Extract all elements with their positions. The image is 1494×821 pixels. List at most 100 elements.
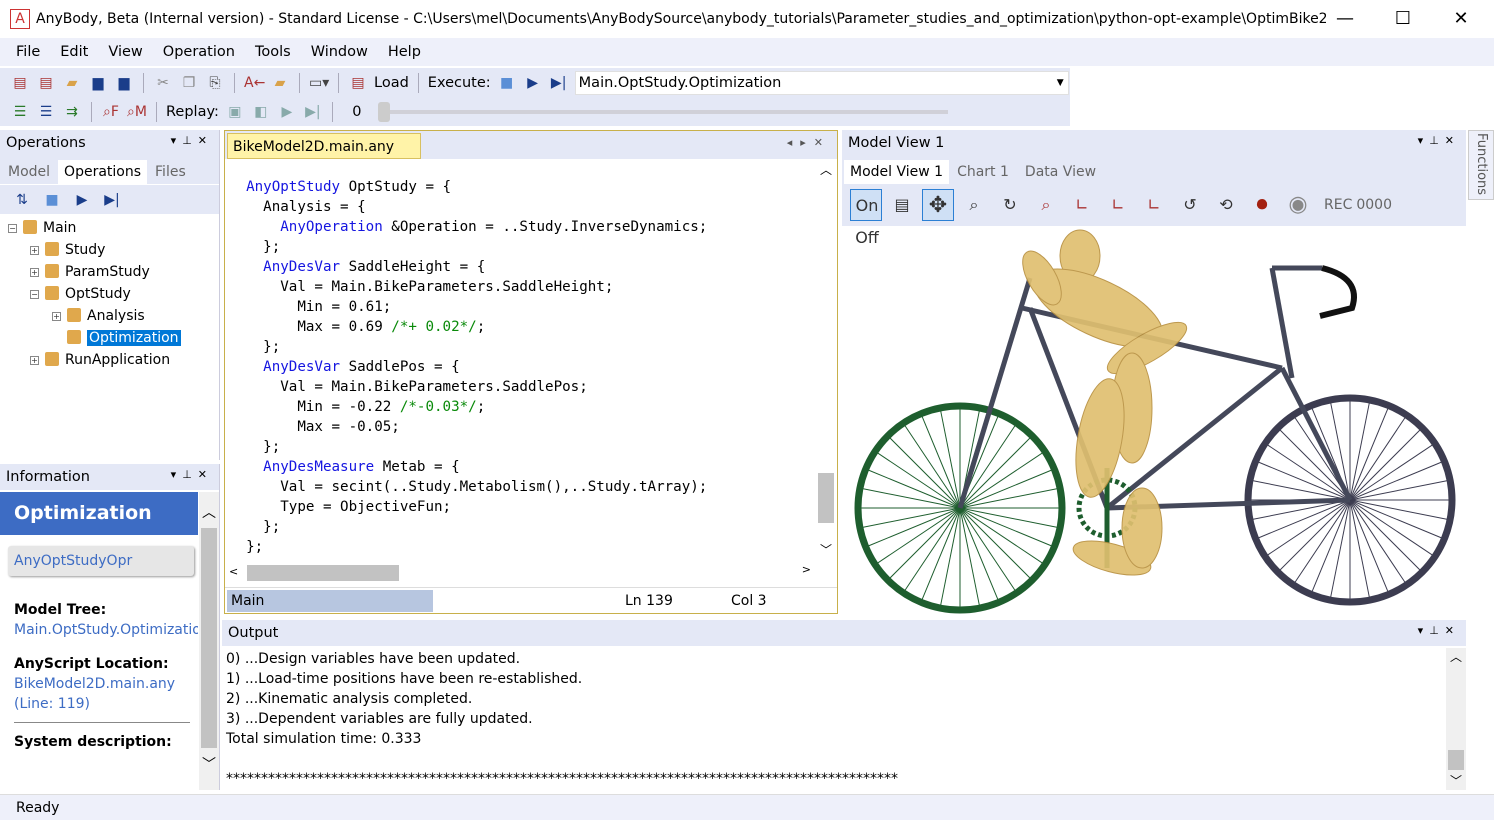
zoom-fit-icon[interactable]: ⌕ (1030, 189, 1062, 221)
info-scrollbar[interactable]: ︿ ﹀ (199, 492, 219, 790)
step-icon[interactable]: ▶| (549, 73, 569, 93)
tab-data-view[interactable]: Data View (1017, 160, 1104, 184)
window-layout-icon[interactable]: ▭▾ (309, 73, 329, 93)
paste-icon[interactable]: ⎘ (205, 73, 225, 93)
replay-stop-icon[interactable]: ▣ (225, 102, 245, 122)
sort-icon[interactable]: ⇅ (12, 190, 32, 210)
scroll-thumb[interactable] (201, 528, 217, 748)
scroll-down-icon[interactable]: ﹀ (1446, 772, 1466, 789)
rotate-180-icon[interactable]: ⟲ (1210, 189, 1242, 221)
step-icon[interactable]: ▶| (102, 190, 122, 210)
new-main-icon[interactable]: ▤ (10, 73, 30, 93)
location-file-link[interactable]: BikeModel2D.main.any (14, 674, 198, 694)
chevron-down-icon[interactable]: ▼ (1057, 78, 1064, 88)
scroll-right-icon[interactable]: > (802, 563, 811, 576)
copy-icon[interactable]: ❐ (179, 73, 199, 93)
tree-item[interactable]: + RunApplication (8, 349, 219, 371)
panel-controls[interactable]: ▾⊥✕ (1418, 134, 1460, 147)
view-yx-icon[interactable]: ∟ (1066, 189, 1098, 221)
expand-toggle[interactable]: + (30, 246, 39, 255)
tab-model-view[interactable]: Model View 1 (844, 160, 950, 184)
tab-files[interactable]: Files (147, 160, 194, 184)
editor-hscrollbar[interactable]: < > (229, 563, 811, 581)
save-icon[interactable]: ▆ (88, 73, 108, 93)
scroll-up-icon[interactable]: ︿ (817, 161, 835, 178)
menu-tools[interactable]: Tools (245, 44, 301, 60)
pan-icon[interactable]: ✥ (922, 189, 954, 221)
scroll-thumb[interactable] (247, 565, 399, 581)
output-scrollbar[interactable]: ︿ ﹀ (1446, 648, 1466, 790)
tree-item[interactable]: + Analysis (8, 305, 219, 327)
tree-item[interactable]: − Main (8, 217, 219, 239)
indent-icon[interactable]: ☰ (10, 102, 30, 122)
view-zy-icon[interactable]: ∟ (1138, 189, 1170, 221)
run-icon[interactable]: ▶ (523, 73, 543, 93)
object-type-button[interactable]: AnyOptStudyOpr (8, 546, 194, 576)
scroll-left-icon[interactable]: < (229, 565, 238, 578)
replay-slider[interactable] (377, 101, 948, 122)
slider-thumb[interactable] (377, 101, 390, 122)
scroll-up-icon[interactable]: ︿ (199, 502, 219, 522)
stop-icon[interactable]: ■ (42, 190, 62, 210)
expand-toggle[interactable]: − (30, 290, 39, 299)
expand-toggle[interactable]: + (52, 312, 61, 321)
expand-toggle[interactable]: + (30, 356, 39, 365)
rotate-90-icon[interactable]: ↺ (1174, 189, 1206, 221)
format-icon[interactable]: ⇉ (62, 102, 82, 122)
maximize-button[interactable]: ☐ (1388, 8, 1418, 29)
scroll-down-icon[interactable]: ﹀ (817, 541, 835, 558)
tree-item[interactable]: − OptStudy (8, 283, 219, 305)
menu-view[interactable]: View (98, 44, 152, 60)
record-icon[interactable]: ⏺ (1246, 189, 1278, 221)
tree-item[interactable]: Optimization (8, 327, 219, 349)
menu-edit[interactable]: Edit (50, 44, 98, 60)
cut-icon[interactable]: ✂ (153, 73, 173, 93)
menu-help[interactable]: Help (378, 44, 431, 60)
menu-operation[interactable]: Operation (153, 44, 245, 60)
rotate-3d-icon[interactable]: ↻ (994, 189, 1026, 221)
onoff-toggle[interactable]: On Off (850, 189, 882, 247)
menu-file[interactable]: File (6, 44, 50, 60)
scroll-thumb[interactable] (1448, 750, 1464, 770)
code-area[interactable]: AnyOptStudy OptStudy = { Analysis = { An… (229, 177, 707, 557)
scroll-thumb[interactable] (818, 473, 834, 523)
find-function-icon[interactable]: ⌕F (101, 102, 121, 122)
expand-toggle[interactable]: − (8, 224, 17, 233)
panel-controls[interactable]: ▾⊥✕ (171, 468, 213, 481)
find-replace-icon[interactable]: A← (244, 73, 265, 93)
panel-controls[interactable]: ▾⊥✕ (171, 134, 213, 147)
scroll-up-icon[interactable]: ︿ (1446, 648, 1466, 665)
open-icon[interactable]: ▰ (62, 73, 82, 93)
scroll-down-icon[interactable]: ﹀ (199, 754, 219, 774)
tree-item[interactable]: + Study (8, 239, 219, 261)
operation-select[interactable]: Main.OptStudy.Optimization ▼ (574, 70, 1069, 95)
editor-vscrollbar[interactable]: ︿ ﹀ (817, 161, 835, 561)
editor-tab[interactable]: BikeModel2D.main.any (227, 133, 422, 159)
load-icon[interactable]: ▤ (348, 73, 368, 93)
tree-item[interactable]: + ParamStudy (8, 261, 219, 283)
panel-controls[interactable]: ▾⊥✕ (1418, 624, 1460, 637)
run-icon[interactable]: ▶ (72, 190, 92, 210)
functions-side-tab[interactable]: Functions (1468, 130, 1494, 200)
snapshot-icon[interactable]: ◉ (1282, 189, 1314, 221)
model-tree-link[interactable]: Main.OptStudy.Optimization (14, 620, 198, 640)
replay-rewind-icon[interactable]: ◧ (251, 102, 271, 122)
tab-chart[interactable]: Chart 1 (949, 160, 1017, 184)
menu-window[interactable]: Window (301, 44, 378, 60)
new-include-icon[interactable]: ▤ (36, 73, 56, 93)
properties-icon[interactable]: ▤ (886, 189, 918, 221)
replay-play-icon[interactable]: ▶ (277, 102, 297, 122)
load-button[interactable]: Load (374, 75, 409, 91)
location-line-link[interactable]: (Line: 119) (14, 694, 198, 714)
unindent-icon[interactable]: ☰ (36, 102, 56, 122)
save-all-icon[interactable]: ▆ (114, 73, 134, 93)
3d-viewport[interactable] (842, 228, 1466, 614)
minimize-button[interactable]: — (1330, 8, 1360, 29)
tab-operations[interactable]: Operations (58, 160, 148, 184)
close-button[interactable]: ✕ (1446, 8, 1476, 29)
view-zx-icon[interactable]: ∟ (1102, 189, 1134, 221)
expand-toggle[interactable]: + (30, 268, 39, 277)
editor-tab-controls[interactable]: ◂▸✕ (787, 136, 831, 149)
tab-model[interactable]: Model (0, 160, 58, 184)
zoom-icon[interactable]: ⌕ (958, 189, 990, 221)
